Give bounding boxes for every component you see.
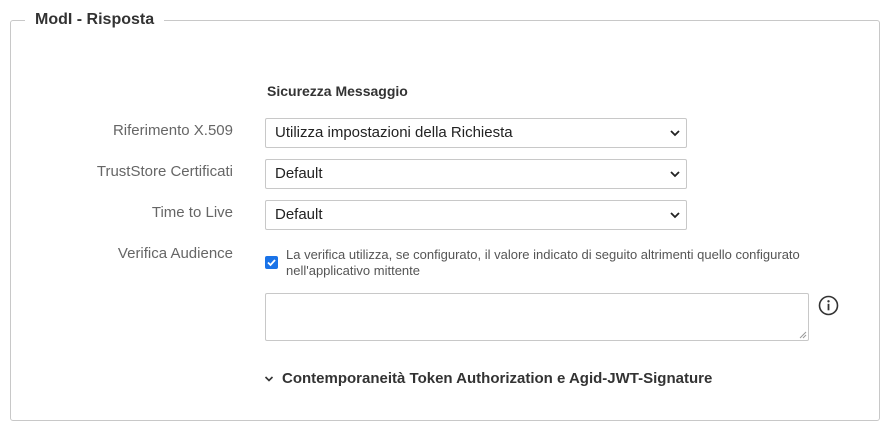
section-title: Sicurezza Messaggio — [267, 83, 408, 99]
chevron-down-icon — [670, 171, 680, 178]
ttl-select-value: Default — [275, 206, 323, 223]
check-icon — [267, 259, 276, 267]
truststore-label: TrustStore Certificati — [96, 163, 233, 180]
riferimento-label: Riferimento X.509 — [112, 122, 233, 139]
audience-checkbox[interactable] — [265, 256, 278, 269]
chevron-down-icon — [264, 376, 274, 382]
riferimento-select-value: Utilizza impostazioni della Richiesta — [275, 124, 513, 141]
resize-grip-icon[interactable] — [799, 331, 807, 339]
contemporaneita-collapse-label: Contemporaneità Token Authorization e Ag… — [282, 370, 713, 387]
truststore-select[interactable]: Default — [265, 159, 687, 189]
panel-legend: ModI - Risposta — [25, 9, 165, 31]
info-circle-icon[interactable] — [818, 295, 839, 316]
truststore-select-value: Default — [275, 165, 323, 182]
ttl-select[interactable]: Default — [265, 200, 687, 230]
audience-textarea[interactable] — [265, 293, 809, 341]
riferimento-select[interactable]: Utilizza impostazioni della Richiesta — [265, 118, 687, 148]
audience-checkbox-text: La verifica utilizza, se configurato, il… — [286, 247, 800, 278]
ttl-label: Time to Live — [151, 204, 233, 221]
chevron-down-icon — [670, 130, 680, 137]
chevron-down-icon — [670, 212, 680, 219]
audience-label: Verifica Audience — [117, 245, 233, 262]
